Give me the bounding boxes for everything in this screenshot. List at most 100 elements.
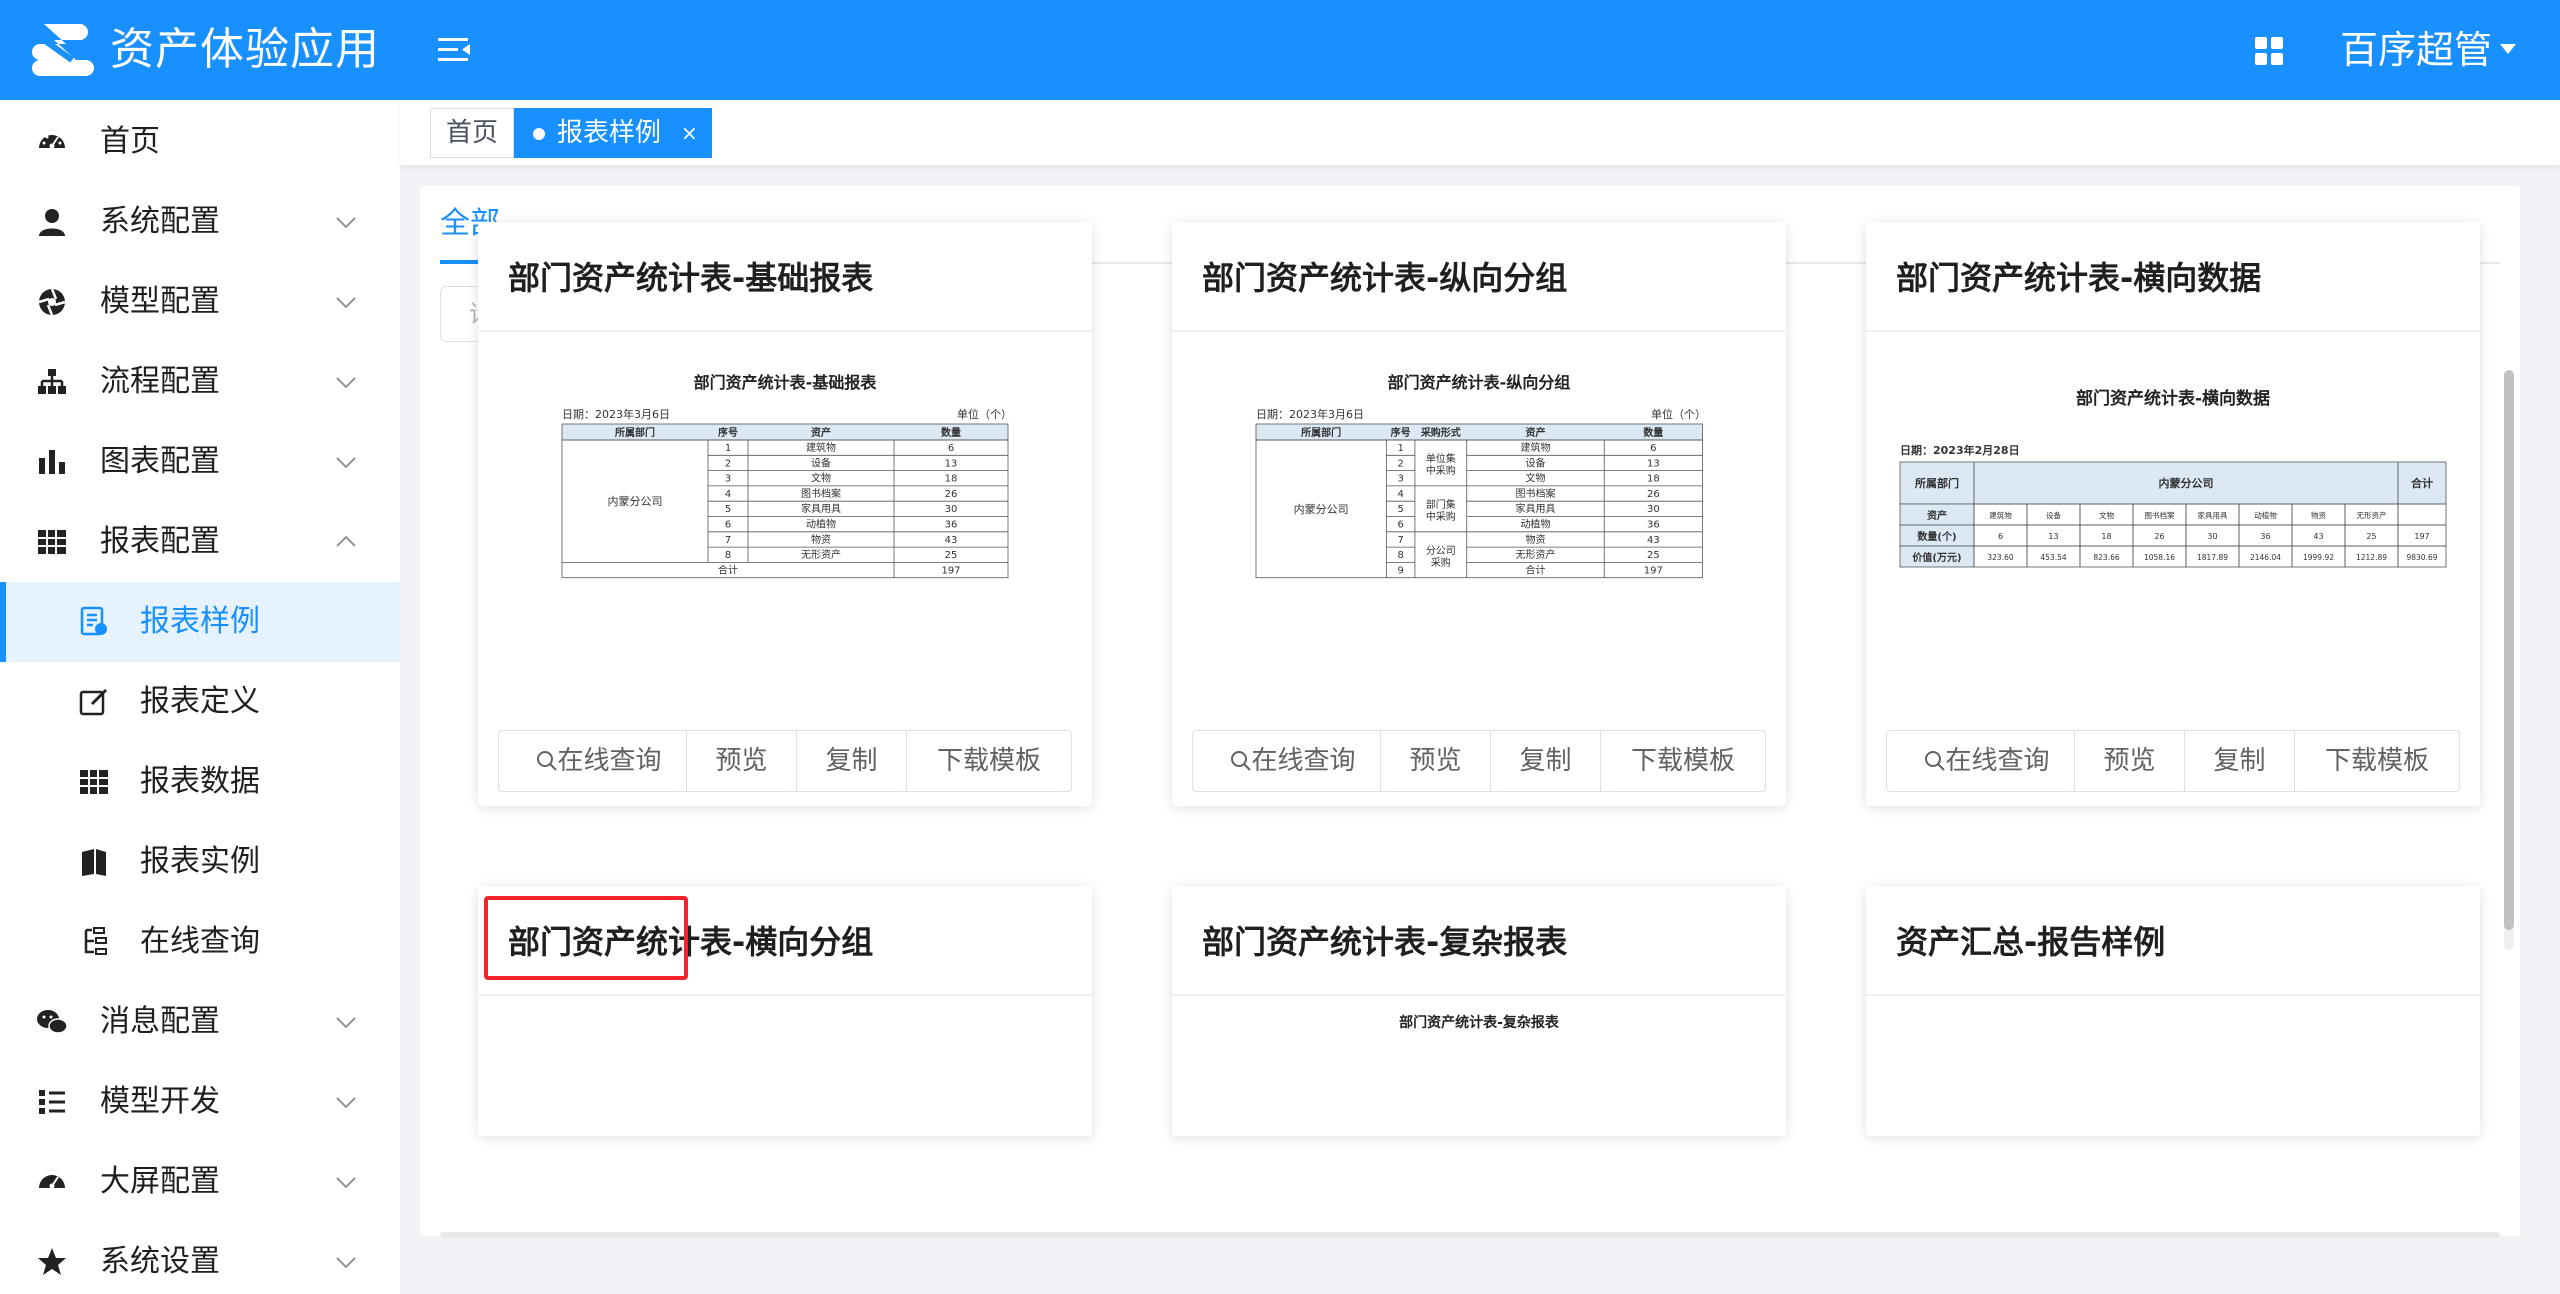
preview-text: 无形资产: [1515, 548, 1555, 561]
copy-button[interactable]: 复制: [1491, 731, 1601, 791]
preview-text: 43: [945, 535, 958, 546]
card-title: 部门资产统计表-基础报表: [508, 259, 874, 297]
card-divider: [1866, 994, 2480, 996]
sidebar-item[interactable]: 报表实例: [0, 822, 400, 902]
preview-text: 6: [1397, 520, 1403, 531]
preview-text: 43: [1647, 535, 1660, 546]
sidebar-item-label: 模型开发: [100, 1084, 220, 1119]
preview-button[interactable]: 预览: [2075, 731, 2185, 791]
preview-header: 所属部门: [615, 426, 655, 439]
sidebar-item[interactable]: 报表定义: [0, 662, 400, 742]
tree-list-icon: [84, 927, 107, 955]
preview-text: 2: [1397, 458, 1403, 469]
sidebar-item[interactable]: 系统配置: [0, 182, 400, 262]
apps-grid-icon[interactable]: [2254, 36, 2284, 66]
sidebar-item[interactable]: 流程配置: [0, 342, 400, 422]
preview-text: 36: [1647, 520, 1660, 531]
preview-text: 设备: [2046, 510, 2062, 520]
sidebar-item[interactable]: 报表数据: [0, 742, 400, 822]
sidebar-item[interactable]: 系统设置: [0, 1222, 400, 1294]
card-title: 资产汇总-报告样例: [1896, 923, 2166, 961]
preview-text: 图书档案: [1515, 487, 1555, 500]
preview-title: 部门资产统计表-纵向分组: [1388, 373, 1571, 392]
report-card: 部门资产统计表-复杂报表 部门资产统计表-复杂报表: [1172, 886, 1786, 1136]
sidebar-item[interactable]: 消息配置: [0, 982, 400, 1062]
preview-title: 部门资产统计表-复杂报表: [1399, 1015, 1559, 1031]
chevron-down-icon: [336, 1177, 356, 1189]
preview-unit: 单位（个）: [957, 407, 1012, 421]
horizontal-scrollbar[interactable]: [440, 1232, 2500, 1238]
download-template-button[interactable]: 下载模板: [1601, 731, 1765, 791]
sidebar-item[interactable]: 模型开发: [0, 1062, 400, 1142]
preview-text: 30: [1647, 504, 1660, 515]
aperture-icon: [38, 288, 66, 316]
preview-text: 2: [725, 458, 731, 469]
close-icon[interactable]: ×: [681, 109, 698, 157]
preview-text: 建筑物: [806, 441, 836, 454]
report-card: 部门资产统计表-纵向分组 部门资产统计表-纵向分组 日期：2023年3月6日 单位（…: [1172, 222, 1786, 806]
preview-text: 1058.16: [2144, 553, 2175, 562]
collapse-menu-icon[interactable]: [436, 34, 472, 66]
preview-text: 4: [1397, 489, 1403, 500]
preview-header: 合计: [2411, 476, 2433, 490]
preview-group: 中采购: [1426, 510, 1456, 523]
preview-text: 设备: [811, 456, 831, 469]
org-tree-icon: [38, 369, 66, 394]
sidebar-item[interactable]: 图表配置: [0, 422, 400, 502]
preview-text: 动植物: [1520, 518, 1550, 531]
online-query-button[interactable]: 在线查询: [499, 731, 687, 791]
preview-text: 家具用具: [801, 502, 841, 515]
preview-button[interactable]: 预览: [687, 731, 797, 791]
sidebar-item[interactable]: 模型配置: [0, 262, 400, 342]
bar-chart-icon: [39, 450, 65, 474]
copy-button[interactable]: 复制: [797, 731, 907, 791]
sidebar-item[interactable]: 报表配置: [0, 502, 400, 582]
dashboard-icon: [39, 135, 65, 149]
caret-down-icon[interactable]: [2500, 44, 2516, 54]
user-menu[interactable]: 百序超管: [2340, 24, 2492, 76]
tag-home[interactable]: 首页: [430, 108, 514, 158]
preview-text: 动植物: [806, 518, 836, 531]
preview-text: 26: [2154, 532, 2164, 541]
preview-header: 序号: [718, 426, 738, 439]
preview-title: 部门资产统计表-横向数据: [2076, 388, 2270, 409]
card-divider: [1866, 330, 2480, 332]
preview-text: 18: [2101, 532, 2111, 541]
tag-report-sample[interactable]: 报表样例 ×: [514, 108, 712, 158]
edit-icon: [79, 688, 108, 716]
card-divider: [1172, 330, 1786, 332]
preview-header: 数量: [941, 426, 961, 439]
online-query-button[interactable]: 在线查询: [1887, 731, 2075, 791]
card-title: 部门资产统计表-横向分组: [508, 923, 874, 961]
preview-text: 36: [2260, 532, 2270, 541]
preview-header: 资产: [811, 426, 831, 439]
report-card: 部门资产统计表-横向分组: [478, 886, 1092, 1136]
preview-total: 197: [941, 565, 960, 576]
sidebar-item[interactable]: 报表样例: [0, 582, 400, 662]
sidebar-item-label: 图表配置: [100, 444, 220, 479]
online-query-button[interactable]: 在线查询: [1193, 731, 1381, 791]
download-template-button[interactable]: 下载模板: [2295, 731, 2459, 791]
scrollbar-thumb[interactable]: [2504, 370, 2514, 930]
chevron-down-icon: [336, 377, 356, 389]
sidebar-item[interactable]: 首页: [0, 102, 400, 182]
sidebar-item[interactable]: 大屏配置: [0, 1142, 400, 1222]
button-label: 在线查询: [1251, 746, 1356, 776]
preview-text: 文物: [2099, 510, 2115, 520]
preview-text: 26: [1647, 489, 1660, 500]
download-template-button[interactable]: 下载模板: [907, 731, 1071, 791]
preview-row-label: 资产: [1927, 509, 1947, 522]
preview-text: 30: [2207, 532, 2217, 541]
preview-text: 5: [725, 504, 731, 515]
preview-group: 中采购: [1426, 464, 1456, 477]
preview-row-label: 数量(个): [1917, 530, 1956, 543]
user-icon: [39, 209, 65, 236]
preview-row-label: 价值(万元): [1912, 551, 1961, 564]
chevron-down-icon: [336, 1097, 356, 1109]
preview-button[interactable]: 预览: [1381, 731, 1491, 791]
preview-text: 合计: [1525, 563, 1545, 576]
sidebar-item[interactable]: 在线查询: [0, 902, 400, 982]
tag-label: 报表样例: [557, 118, 662, 148]
preview-dept: 内蒙分公司: [1294, 502, 1349, 516]
copy-button[interactable]: 复制: [2185, 731, 2295, 791]
